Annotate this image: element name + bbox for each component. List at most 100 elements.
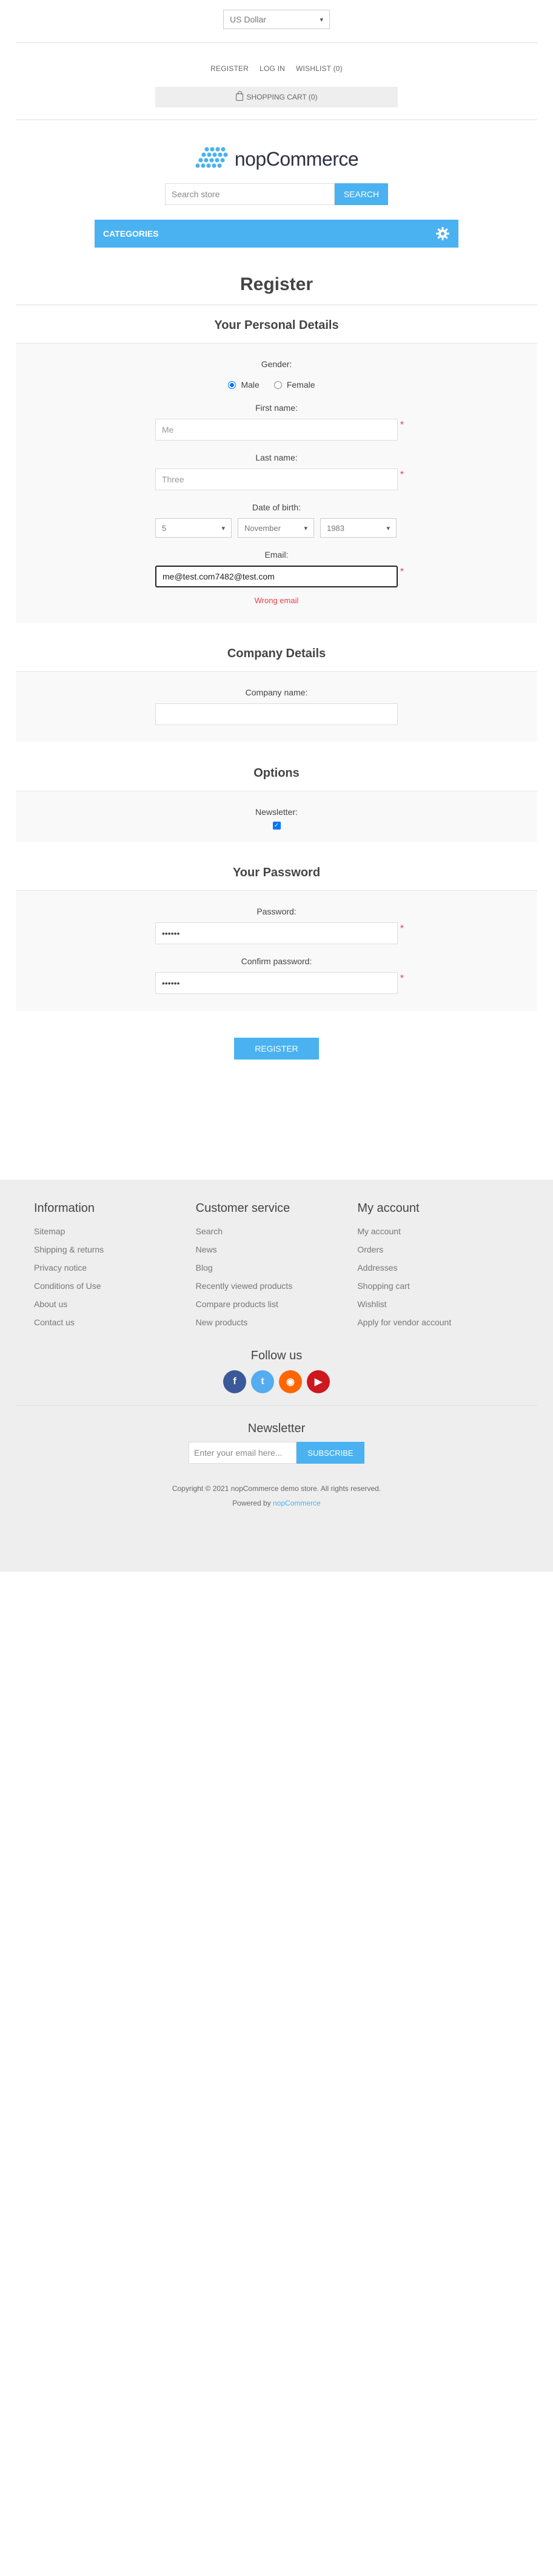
powered-by-label: Powered by: [232, 1499, 271, 1507]
page-title: Register: [240, 274, 313, 294]
personal-details-panel: Gender: Male Female First name: Me * Las…: [16, 343, 537, 623]
search-input[interactable]: Search store: [165, 183, 335, 205]
dob-day-select[interactable]: 5 ▾: [155, 518, 232, 538]
footer-column-title: My account: [357, 1202, 420, 1215]
footer-link[interactable]: Blog: [196, 1263, 358, 1281]
logo-text: nopCommerce: [234, 147, 359, 170]
dob-year-value: 1983: [327, 523, 344, 533]
facebook-icon[interactable]: f: [223, 1370, 246, 1393]
required-marker: *: [400, 973, 404, 984]
footer-link[interactable]: Sitemap: [34, 1226, 196, 1245]
nopcommerce-link[interactable]: nopCommerce: [273, 1499, 321, 1507]
shopping-bag-icon: [235, 91, 243, 101]
company-name-wrap: [155, 703, 398, 725]
register-button[interactable]: REGISTER: [234, 1038, 319, 1060]
rss-icon[interactable]: ◉: [279, 1370, 302, 1393]
follow-us: Follow us f t ◉ ▶: [0, 1349, 553, 1393]
footer-link[interactable]: Shopping cart: [357, 1281, 519, 1299]
footer-link[interactable]: About us: [34, 1299, 196, 1317]
register-link[interactable]: REGISTER: [210, 64, 249, 73]
email-error: Wrong email: [254, 596, 299, 605]
footer-link[interactable]: Privacy notice: [34, 1263, 196, 1281]
first-name-field[interactable]: Me: [155, 419, 398, 441]
company-name-label: Company name:: [245, 688, 308, 697]
password-panel: Password: •••••• * Confirm password: •••…: [16, 890, 537, 1011]
gear-icon: [436, 227, 449, 240]
newsletter-email-input[interactable]: Enter your email here...: [189, 1442, 297, 1464]
company-details-panel: Company name:: [16, 671, 537, 742]
subscribe-button[interactable]: SUBSCRIBE: [297, 1442, 364, 1464]
footer-column-title: Customer service: [195, 1202, 290, 1215]
dob-selects: 5 ▾ November ▾ 1983 ▾: [155, 518, 398, 538]
youtube-icon[interactable]: ▶: [307, 1370, 330, 1393]
wishlist-link[interactable]: WISHLIST (0): [296, 64, 343, 73]
gender-male-label[interactable]: Male: [241, 380, 259, 390]
footer-column-information: Information Sitemap Shipping & returns P…: [34, 1202, 196, 1336]
footer-link[interactable]: Wishlist: [357, 1299, 519, 1317]
footer-link[interactable]: Orders: [357, 1245, 519, 1263]
footer-column-my-account: My account My account Orders Addresses S…: [357, 1202, 519, 1336]
footer-link[interactable]: Compare products list: [196, 1299, 358, 1317]
footer-link[interactable]: Shipping & returns: [34, 1245, 196, 1263]
required-marker: *: [400, 924, 404, 934]
footer-link[interactable]: My account: [357, 1226, 519, 1245]
chevron-down-icon: ▾: [221, 524, 225, 532]
newsletter-checkbox-row: ✓: [16, 822, 537, 830]
confirm-password-field[interactable]: ••••••: [155, 972, 398, 994]
footer-link[interactable]: Conditions of Use: [34, 1281, 196, 1299]
first-name-wrap: Me *: [155, 419, 404, 441]
required-marker: *: [400, 567, 404, 577]
gender-options: Male Female: [16, 379, 537, 391]
newsletter-title: Newsletter: [247, 1422, 306, 1435]
gender-female-label[interactable]: Female: [287, 380, 315, 390]
footer-link[interactable]: Addresses: [357, 1263, 519, 1281]
footer-link[interactable]: Recently viewed products: [196, 1281, 358, 1299]
company-name-field[interactable]: [155, 703, 398, 725]
footer-column-customer-service: Customer service Search News Blog Recent…: [196, 1202, 358, 1336]
dob-year-select[interactable]: 1983 ▾: [320, 518, 397, 538]
email-field[interactable]: me@test.com7482@test.com: [155, 566, 398, 587]
newsletter-form: Enter your email here... SUBSCRIBE: [0, 1442, 553, 1464]
footer-link[interactable]: Search: [196, 1226, 358, 1245]
newsletter-label: Newsletter:: [255, 807, 298, 817]
site-logo[interactable]: nopCommerce: [0, 142, 553, 176]
password-wrap: •••••• *: [155, 922, 404, 944]
currency-selector[interactable]: US Dollar ▾: [223, 10, 330, 29]
required-marker: *: [400, 420, 404, 430]
footer-link[interactable]: News: [196, 1245, 358, 1263]
last-name-field[interactable]: Three: [155, 468, 398, 490]
password-title: Your Password: [232, 866, 321, 879]
footer-divider: [16, 1405, 537, 1406]
twitter-icon[interactable]: t: [251, 1370, 274, 1393]
company-details-title: Company Details: [227, 647, 326, 660]
footer-link[interactable]: Contact us: [34, 1317, 196, 1336]
categories-menu[interactable]: CATEGORIES: [95, 220, 458, 248]
confirm-password-label: Confirm password:: [241, 956, 312, 966]
shopping-cart-link[interactable]: SHOPPING CART (0): [155, 87, 398, 107]
confirm-password-wrap: •••••• *: [155, 972, 404, 994]
footer-link[interactable]: New products: [196, 1317, 358, 1336]
dob-day-value: 5: [162, 523, 167, 533]
password-label: Password:: [256, 907, 297, 916]
newsletter-checkbox[interactable]: ✓: [272, 822, 281, 830]
gender-male-radio[interactable]: [228, 380, 236, 389]
last-name-label: Last name:: [255, 453, 298, 462]
options-title: Options: [253, 766, 300, 780]
dob-month-value: November: [244, 523, 281, 533]
dob-month-select[interactable]: November ▾: [238, 518, 314, 538]
chevron-down-icon: ▾: [304, 524, 307, 532]
footer-column-title: Information: [34, 1202, 95, 1215]
newsletter: Newsletter Enter your email here... SUBS…: [0, 1422, 553, 1464]
gender-label: Gender:: [261, 359, 292, 369]
shopping-cart-label: SHOPPING CART (0): [246, 93, 318, 101]
search-button[interactable]: SEARCH: [335, 183, 388, 205]
chevron-down-icon: ▾: [386, 524, 390, 532]
email-label: Email:: [264, 550, 289, 559]
options-panel: Newsletter: ✓: [16, 791, 537, 842]
social-links: f t ◉ ▶: [0, 1370, 553, 1393]
gender-female-radio[interactable]: [273, 380, 282, 389]
powered-by: Powered by nopCommerce: [0, 1499, 553, 1507]
login-link[interactable]: LOG IN: [260, 64, 285, 73]
footer-link[interactable]: Apply for vendor account: [357, 1317, 519, 1336]
password-field[interactable]: ••••••: [155, 922, 398, 944]
